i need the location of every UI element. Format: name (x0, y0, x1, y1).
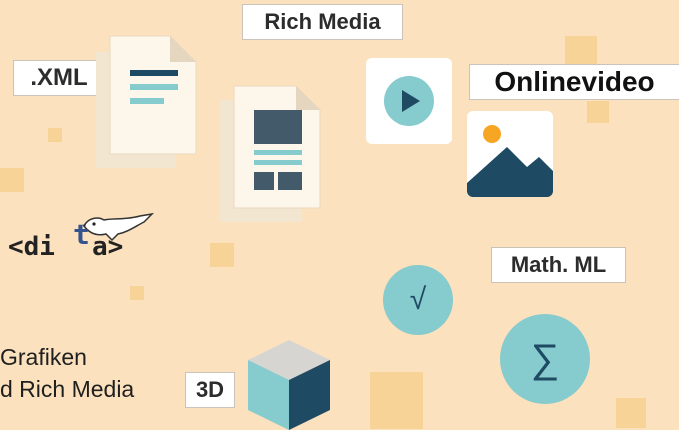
onlinevideo-label: Onlinevideo (469, 64, 679, 100)
sigma-icon: ∑ (500, 314, 590, 404)
dita-suffix: a> (92, 232, 124, 262)
decor-square (210, 243, 234, 267)
decor-square (48, 128, 62, 142)
mathml-label: Math. ML (491, 247, 626, 283)
sqrt-symbol: √ (409, 283, 427, 316)
document-stack-icon (96, 35, 197, 168)
video-tile (366, 58, 452, 144)
decor-square (130, 286, 144, 300)
cube-icon (248, 340, 330, 430)
decor-square (0, 168, 24, 192)
decor-square (370, 372, 423, 429)
image-icon (467, 125, 553, 197)
3d-label: 3D (185, 372, 235, 408)
play-icon (384, 76, 434, 126)
dita-raised-letter: t (73, 218, 90, 251)
sum-symbol: ∑ (530, 336, 560, 381)
square-root-icon: √ (383, 265, 453, 335)
rich-media-label: Rich Media (242, 4, 403, 40)
caption-line-2: d Rich Media (0, 376, 135, 402)
decor-square (616, 398, 646, 428)
decor-square (587, 101, 609, 123)
dita-logo: <di t a> (8, 212, 158, 272)
caption-line-1: Grafiken (0, 344, 87, 370)
dita-prefix: <di (8, 232, 55, 262)
layout-document-icon (220, 85, 321, 222)
image-tile (467, 111, 553, 197)
